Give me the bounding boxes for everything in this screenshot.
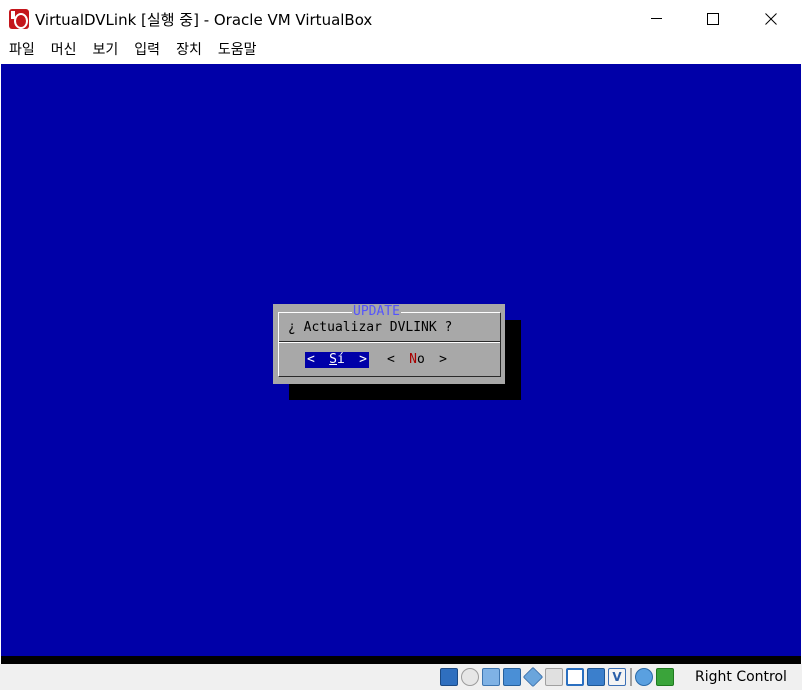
window-title: VirtualDVLink [실행 중] - Oracle VM Virtual… (35, 11, 373, 29)
maximize-button[interactable] (684, 0, 742, 37)
vt-x-icon[interactable]: V (608, 668, 626, 686)
display-icon[interactable] (566, 668, 584, 686)
keyboard-capture-icon[interactable] (656, 668, 674, 686)
minimize-button[interactable] (627, 0, 685, 37)
minimize-icon (650, 18, 662, 19)
yes-left-bracket: < (307, 352, 315, 367)
dialog-separator (279, 342, 500, 343)
menu-input[interactable]: 입력 (126, 37, 168, 64)
menu-file[interactable]: 파일 (0, 37, 43, 64)
no-hotkey: N (409, 352, 417, 367)
yes-label: Sí (329, 352, 345, 368)
no-right-bracket: > (439, 352, 447, 367)
menu-bar: 파일 머신 보기 입력 장치 도움말 (0, 37, 802, 64)
shared-folders-icon[interactable] (545, 668, 563, 686)
yes-right-bracket: > (359, 352, 367, 367)
vm-screen[interactable]: UPDATE ¿ Actualizar DVLINK ? < Sí > < No… (1, 64, 801, 656)
title-bar[interactable]: VirtualDVLink [실행 중] - Oracle VM Virtual… (0, 0, 802, 37)
no-label-rest: o (417, 352, 425, 367)
network-icon[interactable] (503, 668, 521, 686)
yes-label-rest: í (337, 352, 345, 367)
status-separator (630, 668, 632, 686)
dialog-title: UPDATE (352, 304, 401, 320)
mouse-integration-icon[interactable] (635, 668, 653, 686)
recording-icon[interactable] (587, 668, 605, 686)
no-label: No (409, 352, 425, 368)
close-icon (765, 12, 777, 25)
usb-icon[interactable] (522, 666, 544, 688)
status-bar: V Right Control (0, 664, 802, 690)
menu-devices[interactable]: 장치 (168, 37, 210, 64)
no-left-bracket: < (387, 352, 395, 367)
menu-help[interactable]: 도움말 (210, 37, 265, 64)
host-key-label: Right Control (695, 669, 787, 685)
hard-disk-icon[interactable] (440, 668, 458, 686)
menu-machine[interactable]: 머신 (43, 37, 85, 64)
no-button[interactable]: < No > (385, 352, 449, 368)
menu-view[interactable]: 보기 (85, 37, 127, 64)
maximize-icon (707, 12, 719, 25)
virtualbox-app-icon[interactable] (9, 9, 29, 29)
audio-icon[interactable] (482, 668, 500, 686)
virtualbox-window: VirtualDVLink [실행 중] - Oracle VM Virtual… (0, 0, 802, 690)
vm-screen-bottom-edge (1, 656, 801, 664)
close-button[interactable] (742, 0, 800, 37)
optical-drive-icon[interactable] (461, 668, 479, 686)
yes-button[interactable]: < Sí > (305, 352, 369, 368)
status-icons: V (440, 666, 677, 688)
yes-hotkey: S (329, 352, 337, 367)
update-dialog: UPDATE ¿ Actualizar DVLINK ? < Sí > < No… (273, 304, 505, 384)
dialog-message: ¿ Actualizar DVLINK ? (288, 320, 453, 335)
